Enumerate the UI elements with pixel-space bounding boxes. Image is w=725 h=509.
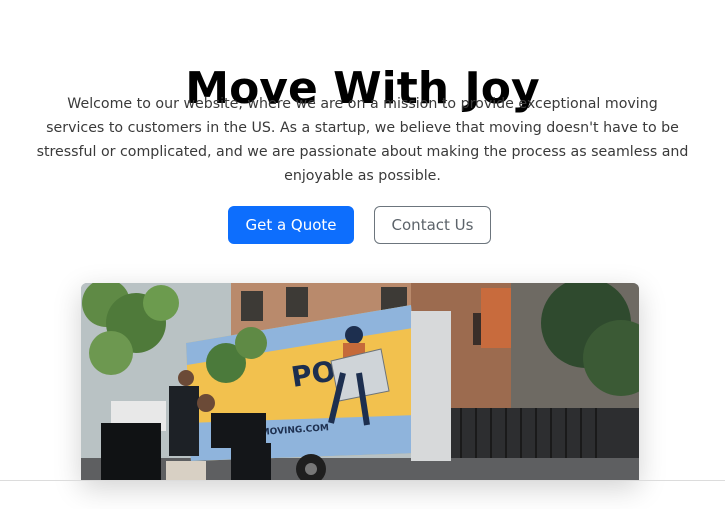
moving-scene-illustration: POLIS MOVING.COM <box>81 283 639 480</box>
section-divider <box>0 480 725 481</box>
hero-description: Welcome to our website, where we are on … <box>36 96 689 184</box>
hero-photo: POLIS MOVING.COM <box>81 283 639 480</box>
get-quote-button[interactable]: Get a Quote <box>228 206 354 244</box>
contact-us-button[interactable]: Contact Us <box>374 206 491 244</box>
